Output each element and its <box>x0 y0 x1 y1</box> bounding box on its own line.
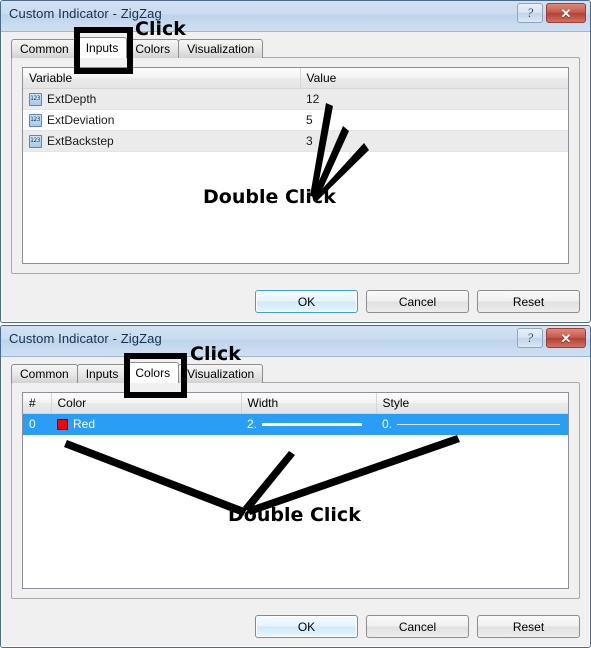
variable-number-icon: 123 <box>29 134 42 148</box>
annotation-double-click-label-inputs: Double Click <box>203 186 336 208</box>
ok-button[interactable]: OK <box>255 615 358 638</box>
column-header-width[interactable]: Width <box>241 393 377 414</box>
annotation-double-click-label-colors: Double Click <box>228 504 361 526</box>
cell-value[interactable]: 3 <box>300 130 568 152</box>
inputs-table: Variable Value 123 ExtDepth 12 123 ExtDe… <box>23 68 568 152</box>
annotation-click-label-colors: Click <box>190 343 241 365</box>
style-line-preview <box>397 423 560 425</box>
color-name: Red <box>73 417 96 431</box>
help-icon[interactable]: ? <box>517 3 543 23</box>
column-header-style[interactable]: Style <box>376 393 568 414</box>
custom-indicator-colors-dialog: Custom Indicator - ZigZag ? ✕ Common Inp… <box>0 325 591 648</box>
close-icon[interactable]: ✕ <box>546 328 586 348</box>
tab-visualization[interactable]: Visualization <box>178 39 264 58</box>
tab-inputs[interactable]: Inputs <box>76 37 128 58</box>
tab-colors[interactable]: Colors <box>126 39 180 58</box>
cell-variable: 123 ExtDeviation <box>23 109 300 131</box>
variable-name: ExtDepth <box>47 92 97 106</box>
tab-inputs[interactable]: Inputs <box>76 364 128 383</box>
variable-number-icon: 123 <box>29 92 42 106</box>
screen: Custom Indicator - ZigZag ? ✕ Common Inp… <box>0 0 591 648</box>
cancel-button[interactable]: Cancel <box>366 290 469 313</box>
custom-indicator-inputs-dialog: Custom Indicator - ZigZag ? ✕ Common Inp… <box>0 0 591 323</box>
close-glyph: ✕ <box>560 5 572 21</box>
variable-name: ExtDeviation <box>47 113 115 127</box>
tab-strip-inputs-dialog: Common Inputs Colors Visualization <box>11 37 264 58</box>
button-bar-colors-dialog: OK Cancel Reset <box>255 615 580 638</box>
colors-tab-panel: # Color Width Style 0 Red 2. 0. <box>11 382 580 599</box>
cell-variable: 123 ExtBackstep <box>23 130 300 152</box>
tab-visualization[interactable]: Visualization <box>178 364 264 383</box>
cell-width[interactable]: 2. <box>241 413 376 435</box>
close-icon[interactable]: ✕ <box>546 3 586 23</box>
color-swatch-icon <box>57 418 68 430</box>
tab-colors[interactable]: Colors <box>126 362 180 383</box>
column-header-value[interactable]: Value <box>300 68 568 89</box>
ok-button[interactable]: OK <box>255 290 358 313</box>
colors-table: # Color Width Style 0 Red 2. 0. <box>23 393 568 435</box>
window-controls: ? ✕ <box>517 328 586 348</box>
variable-number-icon-label: 123 <box>30 137 41 144</box>
title-bar: Custom Indicator - ZigZag ? ✕ <box>1 326 590 357</box>
table-row[interactable]: 123 ExtDeviation 5 <box>23 109 568 131</box>
cell-value[interactable]: 12 <box>300 88 568 110</box>
cell-variable: 123 ExtDepth <box>23 88 300 110</box>
variable-number-icon-label: 123 <box>30 116 41 123</box>
cell-style[interactable]: 0. <box>376 413 568 435</box>
column-header-index[interactable]: # <box>23 393 52 414</box>
cell-value[interactable]: 5 <box>300 109 568 131</box>
variable-number-icon: 123 <box>29 113 42 127</box>
variable-name: ExtBackstep <box>47 134 114 148</box>
width-value: 2. <box>247 417 258 431</box>
width-line-preview <box>262 422 362 426</box>
button-bar-inputs-dialog: OK Cancel Reset <box>255 290 580 313</box>
table-row[interactable]: 0 Red 2. 0. <box>23 413 568 435</box>
close-glyph: ✕ <box>560 330 572 346</box>
cancel-button[interactable]: Cancel <box>366 615 469 638</box>
style-value: 0. <box>382 417 393 431</box>
title-bar: Custom Indicator - ZigZag ? ✕ <box>1 1 590 32</box>
cell-color[interactable]: Red <box>51 413 241 435</box>
cell-index: 0 <box>23 413 51 435</box>
tab-strip-colors-dialog: Common Inputs Colors Visualization <box>11 362 264 383</box>
inputs-list-box[interactable]: Variable Value 123 ExtDepth 12 123 ExtDe… <box>22 67 569 264</box>
reset-button[interactable]: Reset <box>477 290 580 313</box>
annotation-click-label-inputs: Click <box>135 18 186 40</box>
column-header-variable[interactable]: Variable <box>23 68 301 89</box>
table-row[interactable]: 123 ExtBackstep 3 <box>23 130 568 152</box>
tab-common[interactable]: Common <box>11 39 78 58</box>
help-icon[interactable]: ? <box>517 328 543 348</box>
window-controls: ? ✕ <box>517 3 586 23</box>
column-header-color[interactable]: Color <box>51 393 242 414</box>
reset-button[interactable]: Reset <box>477 615 580 638</box>
table-header-row: Variable Value <box>23 68 568 89</box>
inputs-tab-panel: Variable Value 123 ExtDepth 12 123 ExtDe… <box>11 57 580 274</box>
variable-number-icon-label: 123 <box>30 95 41 102</box>
table-row[interactable]: 123 ExtDepth 12 <box>23 88 568 110</box>
window-title: Custom Indicator - ZigZag <box>9 331 162 346</box>
colors-list-box[interactable]: # Color Width Style 0 Red 2. 0. <box>22 392 569 589</box>
tab-common[interactable]: Common <box>11 364 78 383</box>
table-header-row: # Color Width Style <box>23 393 568 414</box>
